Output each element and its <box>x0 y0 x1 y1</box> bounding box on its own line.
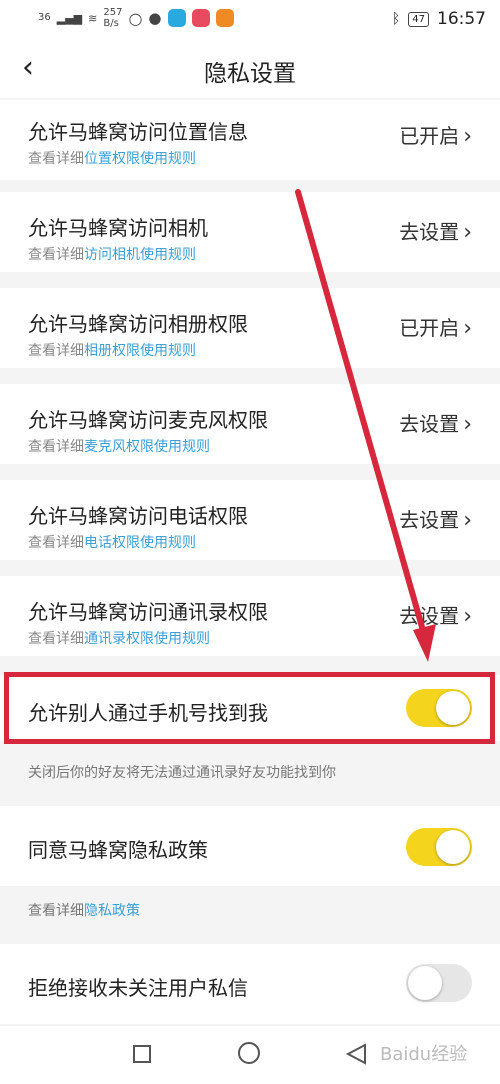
watermark-logo: Baidu经验 <box>380 1044 468 1065</box>
back-triangle-icon[interactable] <box>345 1043 367 1065</box>
recent-apps-icon[interactable] <box>133 1045 151 1063</box>
annotation-arrow <box>295 189 436 662</box>
home-icon[interactable] <box>238 1042 260 1064</box>
system-navigation-bar: Baidu经验 <box>0 1026 500 1084</box>
